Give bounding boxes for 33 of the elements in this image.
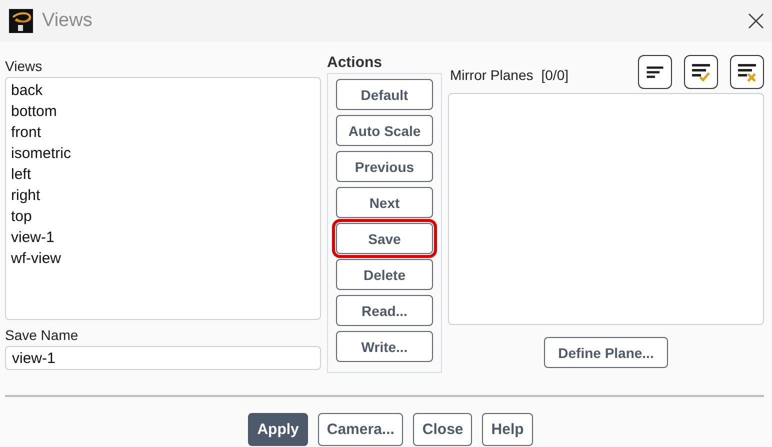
action-button[interactable]: Delete bbox=[336, 259, 433, 290]
view-item[interactable]: wf-view bbox=[11, 248, 315, 269]
save-name-field[interactable]: view-1 bbox=[5, 346, 321, 370]
action-button[interactable]: Auto Scale bbox=[336, 115, 433, 146]
view-item[interactable]: isometric bbox=[11, 143, 315, 164]
view-item[interactable]: back bbox=[11, 80, 315, 101]
window-title: Views bbox=[42, 10, 94, 32]
action-button[interactable]: Previous bbox=[336, 151, 433, 182]
action-button[interactable]: Next bbox=[336, 187, 433, 218]
views-label: Views bbox=[5, 58, 44, 74]
view-item[interactable]: view-1 bbox=[11, 227, 315, 248]
list-tool-button[interactable] bbox=[638, 55, 672, 89]
dialog-button[interactable]: Help bbox=[482, 413, 533, 446]
view-item[interactable]: right bbox=[11, 185, 315, 206]
dialog-button[interactable]: Close bbox=[413, 413, 472, 446]
close-icon[interactable] bbox=[748, 13, 764, 29]
save-name-label: Save Name bbox=[5, 327, 80, 343]
action-button[interactable]: Read... bbox=[336, 295, 433, 326]
list-tool-button[interactable] bbox=[684, 55, 718, 89]
view-item[interactable]: bottom bbox=[11, 101, 315, 122]
actions-label: Actions bbox=[327, 54, 384, 71]
mirror-planes-count: [0/0] bbox=[541, 67, 570, 83]
dialog-button[interactable]: Camera... bbox=[318, 413, 404, 446]
mirror-planes-label: Mirror Planes bbox=[450, 67, 534, 83]
dialog-button[interactable]: Apply bbox=[248, 413, 308, 446]
action-button[interactable]: Write... bbox=[336, 331, 433, 362]
view-item[interactable]: left bbox=[11, 164, 315, 185]
app-logo-icon bbox=[9, 9, 33, 33]
view-item[interactable]: top bbox=[11, 206, 315, 227]
action-button[interactable]: Default bbox=[336, 79, 433, 110]
define-plane-button[interactable]: Define Plane... bbox=[544, 337, 668, 368]
list-tool-button[interactable] bbox=[730, 55, 764, 89]
view-item[interactable]: front bbox=[11, 122, 315, 143]
